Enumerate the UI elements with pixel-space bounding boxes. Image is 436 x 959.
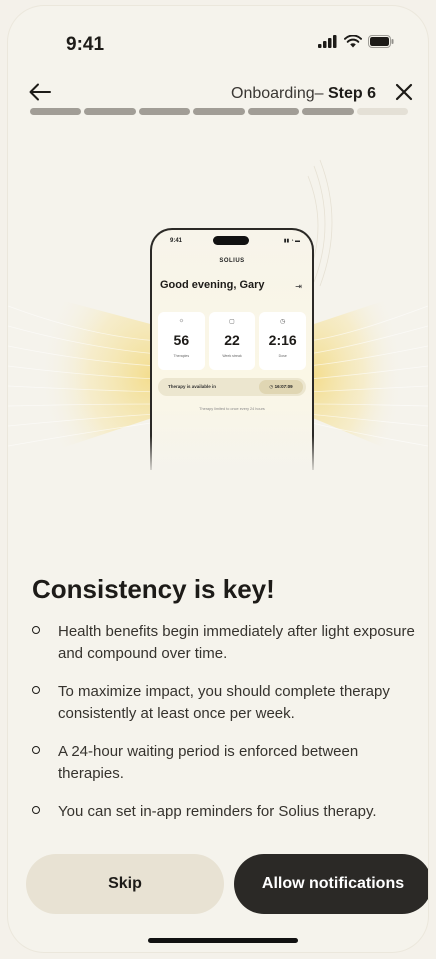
bullet-icon [32, 686, 40, 694]
stat-card-week-streak: ▢ 22 Week streak [208, 312, 256, 370]
progress-segment [84, 108, 136, 115]
back-button[interactable] [26, 78, 54, 106]
skip-button[interactable]: Skip [26, 854, 224, 914]
onboarding-screen: 9:41 Onboarding– Step 6 9:41 ▮▮ ◔ ▬ SOLI… [8, 6, 428, 952]
stat-value: 22 [224, 332, 240, 348]
stat-value: 56 [173, 332, 190, 348]
phone-fade [128, 436, 328, 486]
step-title: Onboarding– Step 6 [231, 85, 376, 103]
home-indicator[interactable] [148, 938, 298, 943]
progress-segment [30, 108, 82, 115]
bullet-icon [32, 806, 40, 814]
list-item-text: A 24-hour waiting period is enforced bet… [58, 743, 359, 782]
list-item: To maximize impact, you should complete … [30, 681, 420, 725]
progress-segment [138, 108, 191, 115]
status-icons [318, 35, 394, 48]
list-item-text: To maximize impact, you should complete … [58, 683, 390, 722]
dynamic-island [213, 236, 249, 245]
battery-icon [368, 35, 394, 48]
list-item: A 24-hour waiting period is enforced bet… [30, 741, 420, 785]
arrow-left-icon [29, 83, 51, 101]
wifi-icon [344, 35, 362, 48]
close-button[interactable] [390, 78, 418, 106]
benefit-list: Health benefits begin immediately after … [30, 621, 420, 839]
page-title: Consistency is key! [32, 574, 275, 604]
bullet-icon [32, 626, 40, 634]
stat-card-dose: ◷ 2:16 Dose [259, 312, 307, 370]
stat-value: 2:16 [268, 332, 297, 348]
clock-icon: ◷ [280, 319, 286, 325]
preview-time: 9:41 [170, 238, 183, 244]
availability-text: Therapy is available in [168, 384, 217, 389]
progress-bar [30, 108, 408, 115]
hero-illustration: 9:41 ▮▮ ◔ ▬ SOLIUS Good evening, Gary ⇥ … [8, 136, 428, 496]
list-item: Health benefits begin immediately after … [30, 621, 420, 665]
progress-segment [247, 108, 300, 115]
status-time: 9:41 [66, 34, 105, 55]
calendar-icon: ▢ [229, 319, 235, 325]
stat-card-therapies: ☼ 56 Therapies [158, 312, 205, 370]
preview-status-icons: ▮▮ ◔ ▬ [283, 238, 300, 244]
close-icon [395, 83, 413, 101]
preview-greeting: Good evening, Gary [160, 279, 265, 291]
signal-icon [318, 35, 337, 48]
limit-note: Therapy limited to once every 24 hours [199, 407, 265, 411]
allow-notifications-button[interactable]: Allow notifications [234, 854, 428, 914]
sun-icon: ☼ [178, 318, 185, 324]
logout-icon: ⇥ [295, 282, 302, 291]
stat-label: Therapies [173, 354, 190, 358]
stat-label: Week streak [222, 354, 242, 358]
app-preview-phone: 9:41 ▮▮ ◔ ▬ SOLIUS Good evening, Gary ⇥ … [150, 228, 314, 470]
countdown-timer: ◷ 16:07:09 [259, 380, 303, 394]
step-label: Step 6 [327, 85, 376, 102]
step-prefix: Onboarding– [231, 85, 328, 102]
bullet-icon [32, 746, 40, 754]
progress-segment [193, 108, 245, 115]
list-item-text: Health benefits begin immediately after … [58, 623, 415, 662]
progress-segment [356, 108, 408, 115]
progress-segment [302, 108, 354, 115]
list-item: You can set in-app reminders for Solius … [30, 801, 420, 823]
availability-pill: Therapy is available in ◷ 16:07:09 [158, 378, 306, 396]
status-bar: 9:41 [8, 6, 428, 76]
list-item-text: You can set in-app reminders for Solius … [58, 803, 377, 820]
preview-stat-cards: ☼ 56 Therapies ▢ 22 Week streak ◷ 2:16 D… [158, 312, 307, 370]
preview-brand: SOLIUS [219, 258, 245, 264]
stat-label: Dose [278, 354, 287, 358]
